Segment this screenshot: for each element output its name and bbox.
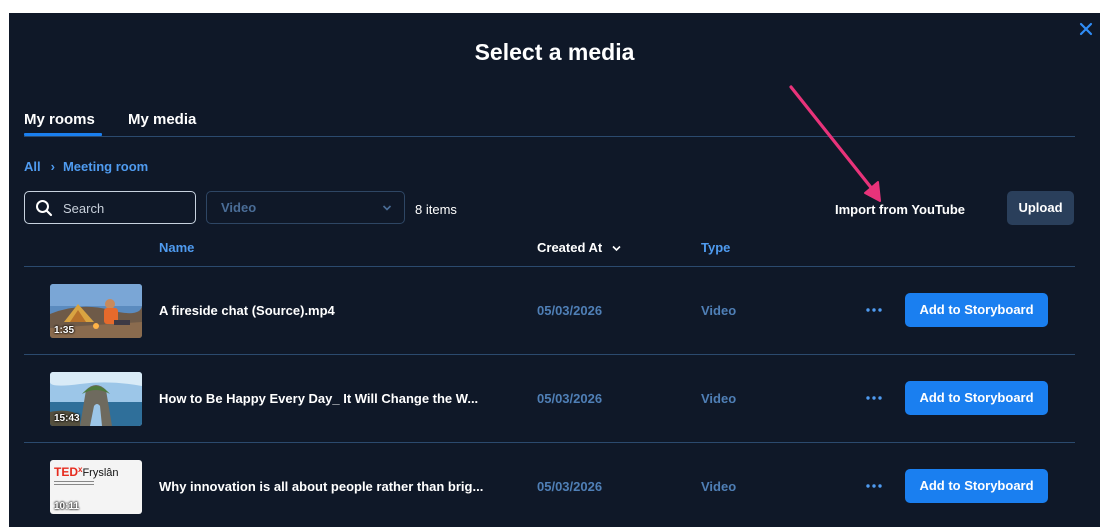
column-header-created-at[interactable]: Created At xyxy=(537,240,621,255)
search-input[interactable] xyxy=(63,198,183,218)
type-filter-value: Video xyxy=(221,200,257,215)
tab-my-media[interactable]: My media xyxy=(128,111,196,128)
media-created-at: 05/03/2026 xyxy=(537,303,603,318)
column-header-created-at-label: Created At xyxy=(537,240,603,255)
column-header-name: Name xyxy=(159,240,195,255)
search-box[interactable] xyxy=(24,191,196,224)
media-duration: 15:43 xyxy=(54,413,80,424)
chevron-down-icon xyxy=(382,205,392,211)
close-button[interactable] xyxy=(1078,21,1094,37)
tab-my-rooms[interactable]: My rooms xyxy=(24,111,95,128)
search-icon xyxy=(36,200,53,217)
media-thumbnail[interactable]: TEDxFryslân 10:11 xyxy=(50,460,142,514)
media-type: Video xyxy=(701,391,737,406)
dialog-title: Select a media xyxy=(474,39,635,65)
tedx-logo: TEDxFryslân xyxy=(54,465,119,479)
media-name: Why innovation is all about people rathe… xyxy=(159,479,484,494)
breadcrumb-current[interactable]: Meeting room xyxy=(63,159,148,174)
add-to-storyboard-button[interactable]: Add to Storyboard xyxy=(905,381,1048,415)
tedx-subtitle-lines xyxy=(54,481,94,487)
breadcrumb-all-link[interactable]: All xyxy=(24,159,41,174)
item-count: 8 items xyxy=(415,202,457,217)
type-filter-select[interactable]: Video xyxy=(206,191,405,224)
upload-button[interactable]: Upload xyxy=(1007,191,1074,225)
media-type: Video xyxy=(701,479,737,494)
add-to-storyboard-button[interactable]: Add to Storyboard xyxy=(905,469,1048,503)
import-from-youtube-button[interactable]: Import from YouTube xyxy=(835,202,965,217)
media-thumbnail[interactable]: 15:43 xyxy=(50,372,142,426)
add-to-storyboard-button[interactable]: Add to Storyboard xyxy=(905,293,1048,327)
table-header: Name Created At Type xyxy=(9,240,1100,266)
breadcrumb-separator-icon: › xyxy=(50,159,55,175)
close-icon xyxy=(1079,22,1093,36)
annotation-arrow-icon xyxy=(789,85,881,202)
media-created-at: 05/03/2026 xyxy=(537,479,603,494)
media-created-at: 05/03/2026 xyxy=(537,391,603,406)
table-row: TEDxFryslân 10:11 Why innovation is all … xyxy=(24,443,1075,527)
media-name: A fireside chat (Source).mp4 xyxy=(159,303,335,318)
table-row: 15:43 How to Be Happy Every Day_ It Will… xyxy=(24,355,1075,443)
media-thumbnail[interactable]: 1:35 xyxy=(50,284,142,338)
media-duration: 1:35 xyxy=(54,325,75,336)
media-type: Video xyxy=(701,303,737,318)
more-options-icon[interactable] xyxy=(865,391,883,405)
breadcrumb: All › Meeting room xyxy=(24,158,148,174)
media-duration: 10:11 xyxy=(54,501,80,512)
tabs-divider xyxy=(24,136,1075,137)
column-header-type: Type xyxy=(701,240,731,255)
chevron-down-icon xyxy=(612,245,621,252)
table-row: 1:35 A fireside chat (Source).mp4 05/03/… xyxy=(24,267,1075,355)
select-media-dialog: Select a media My rooms My media All › Mee… xyxy=(9,13,1100,527)
more-options-icon[interactable] xyxy=(865,303,883,317)
more-options-icon[interactable] xyxy=(865,479,883,493)
media-name: How to Be Happy Every Day_ It Will Chang… xyxy=(159,391,479,406)
